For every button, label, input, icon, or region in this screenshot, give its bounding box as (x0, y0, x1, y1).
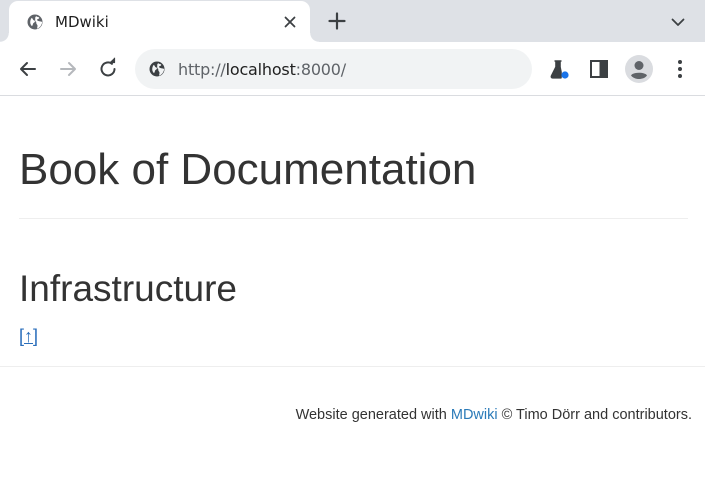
url-scheme: http:// (178, 60, 226, 79)
title-divider (19, 218, 688, 219)
footer: Website generated with MDwiki © Timo Dör… (296, 407, 692, 423)
plus-icon[interactable] (326, 10, 348, 32)
up-link-close-bracket: ] (33, 326, 39, 346)
reload-icon[interactable] (95, 56, 121, 82)
chevron-down-icon[interactable] (668, 12, 688, 32)
active-tab[interactable]: MDwiki (0, 1, 319, 42)
tab-title: MDwiki (55, 13, 109, 31)
back-to-top-link[interactable]: [↑] (19, 326, 38, 347)
url-port-path: :8000/ (295, 60, 347, 79)
up-arrow-icon: ↑ (24, 326, 34, 346)
url-text[interactable]: http://localhost:8000/ (178, 60, 346, 79)
page-title: Book of Documentation (19, 145, 477, 194)
side-panel-icon[interactable] (586, 56, 612, 82)
back-arrow-icon[interactable] (15, 56, 41, 82)
close-icon[interactable] (281, 13, 299, 31)
mdwiki-link[interactable]: MDwiki (451, 407, 498, 423)
kebab-menu-icon[interactable] (667, 56, 693, 82)
globe-icon (27, 14, 43, 30)
footer-divider (0, 366, 705, 367)
browser-toolbar: http://localhost:8000/ (0, 42, 705, 96)
section-heading: Infrastructure (19, 268, 237, 309)
tab-strip: MDwiki (0, 0, 705, 42)
address-bar[interactable]: http://localhost:8000/ (135, 49, 532, 89)
globe-icon[interactable] (148, 60, 166, 78)
flask-icon[interactable] (546, 56, 572, 82)
profile-avatar-icon[interactable] (624, 54, 654, 84)
footer-prefix: Website generated with (295, 407, 451, 423)
url-host: localhost (225, 60, 296, 79)
forward-arrow-icon[interactable] (55, 56, 81, 82)
footer-copyright: © Timo Dörr and contributors. (497, 407, 692, 423)
